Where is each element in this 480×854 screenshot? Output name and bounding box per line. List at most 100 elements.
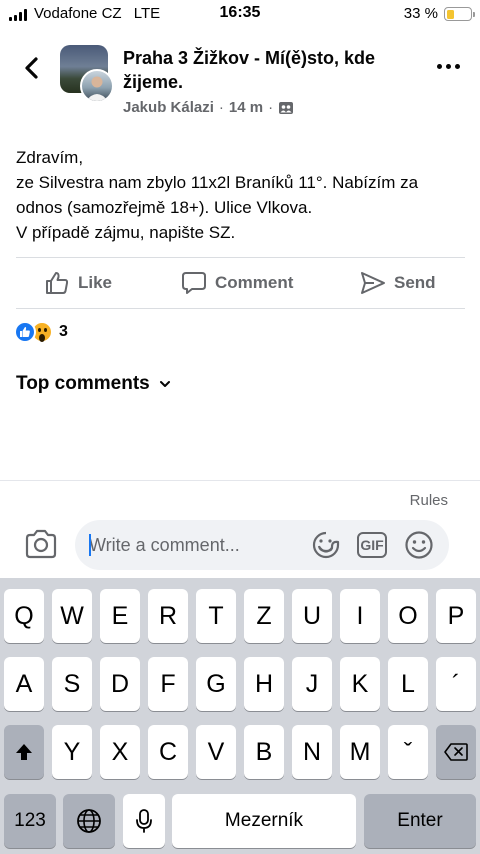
microphone-icon — [136, 809, 152, 833]
shift-icon — [16, 744, 32, 760]
meta-separator-2: · — [268, 99, 274, 116]
key[interactable]: I — [340, 589, 380, 643]
sticker-button[interactable] — [311, 530, 341, 560]
backspace-icon — [444, 743, 468, 761]
comment-label: Comment — [215, 273, 294, 292]
key[interactable]: P — [436, 589, 476, 643]
sticker-icon — [312, 531, 340, 559]
more-horizontal-icon — [437, 64, 442, 69]
like-button[interactable]: Like — [44, 262, 112, 304]
send-icon — [361, 272, 385, 294]
status-bar: Vodafone CZ LTE 16:35 33 % — [0, 0, 480, 30]
group-audience-icon — [279, 101, 294, 114]
key[interactable]: Q — [4, 589, 44, 643]
post-line: ze Silvestra nam zbylo 11x2l Braníků 11°… — [16, 173, 419, 217]
comment-composer: Rules GIF — [0, 480, 480, 578]
key[interactable]: K — [340, 657, 380, 711]
key[interactable]: F — [148, 657, 188, 711]
send-label: Send — [394, 273, 436, 292]
author-name[interactable]: Jakub Kálazi — [123, 99, 214, 116]
send-button[interactable]: Send — [360, 262, 436, 304]
author-avatar[interactable] — [80, 69, 114, 103]
post-text: Zdravím, ze Silvestra nam zbylo 11x2l Br… — [16, 145, 456, 245]
on-screen-keyboard: Q W E R T Z U I O P A S D F G H J K L ´ … — [0, 578, 480, 854]
shift-key[interactable] — [4, 725, 44, 779]
more-dot — [455, 64, 460, 69]
like-reaction-icon — [14, 321, 36, 343]
key[interactable]: T — [196, 589, 236, 643]
battery-percent: 33 % — [403, 5, 438, 22]
chevron-down-icon — [159, 381, 170, 387]
globe-key[interactable] — [63, 794, 115, 848]
key[interactable]: Y — [52, 725, 92, 779]
post-line: V případě zájmu, napište SZ. — [16, 223, 236, 242]
key[interactable]: X — [100, 725, 140, 779]
comments-sort-dropdown[interactable]: Top comments — [16, 373, 172, 395]
gif-button[interactable]: GIF — [357, 532, 387, 558]
comments-sort-label: Top comments — [16, 373, 150, 394]
key[interactable]: N — [292, 725, 332, 779]
key[interactable]: H — [244, 657, 284, 711]
key[interactable]: E — [100, 589, 140, 643]
back-button[interactable] — [18, 54, 46, 82]
key[interactable]: L — [388, 657, 428, 711]
backspace-key[interactable] — [436, 725, 476, 779]
key[interactable]: C — [148, 725, 188, 779]
post-actions: Like Comment Send — [0, 262, 480, 304]
more-dot — [446, 64, 451, 69]
network-type: LTE — [133, 5, 161, 22]
comment-input[interactable] — [75, 520, 449, 570]
divider — [16, 308, 465, 309]
camera-button[interactable] — [24, 529, 58, 559]
key[interactable]: S — [52, 657, 92, 711]
thumbs-up-icon — [20, 327, 30, 337]
group-avatar[interactable] — [60, 45, 116, 103]
camera-icon — [25, 529, 57, 559]
rules-link[interactable]: Rules — [410, 492, 448, 509]
key[interactable]: U — [292, 589, 332, 643]
return-key[interactable]: Enter — [364, 794, 476, 848]
key[interactable]: ´ — [436, 657, 476, 711]
emoji-button[interactable] — [404, 530, 434, 560]
key[interactable]: W — [52, 589, 92, 643]
reactions-summary[interactable]: 3 — [14, 321, 68, 343]
group-name[interactable]: Praha 3 Žižkov - Mí(ě)sto, kde žijeme. — [123, 46, 413, 94]
post-meta: Jakub Kálazi · 14 m · — [123, 99, 294, 116]
key[interactable]: O — [388, 589, 428, 643]
globe-icon — [77, 809, 101, 833]
key[interactable]: Z — [244, 589, 284, 643]
key[interactable]: G — [196, 657, 236, 711]
carrier-name: Vodafone CZ — [34, 5, 122, 22]
key[interactable]: V — [196, 725, 236, 779]
post-header: Praha 3 Žižkov - Mí(ě)sto, kde žijeme. J… — [0, 38, 480, 128]
key[interactable]: J — [292, 657, 332, 711]
chevron-left-icon — [25, 57, 38, 79]
wow-eye — [38, 328, 41, 332]
numbers-key[interactable]: 123 — [4, 794, 56, 848]
meta-separator: · — [218, 99, 224, 116]
comment-button[interactable]: Comment — [181, 262, 293, 304]
wow-eye — [44, 328, 47, 332]
wow-mouth — [39, 334, 45, 342]
dictation-key[interactable] — [123, 794, 165, 848]
more-options-button[interactable] — [437, 64, 460, 69]
thumbs-up-icon — [46, 272, 69, 294]
key[interactable]: M — [340, 725, 380, 779]
person-icon — [86, 76, 108, 101]
signal-strength-icon — [9, 9, 27, 21]
post-time[interactable]: 14 m — [229, 99, 263, 116]
key[interactable]: D — [100, 657, 140, 711]
key[interactable]: B — [244, 725, 284, 779]
gif-label: GIF — [360, 537, 384, 553]
comment-icon — [182, 272, 206, 294]
key[interactable]: ˇ — [388, 725, 428, 779]
smiley-icon — [405, 531, 433, 559]
like-label: Like — [78, 273, 113, 292]
reaction-count: 3 — [59, 323, 68, 340]
key[interactable]: A — [4, 657, 44, 711]
space-key[interactable]: Mezerník — [172, 794, 356, 848]
post-line: Zdravím, — [16, 148, 84, 167]
key[interactable]: R — [148, 589, 188, 643]
divider — [16, 257, 465, 258]
battery-level-fill — [446, 9, 455, 19]
